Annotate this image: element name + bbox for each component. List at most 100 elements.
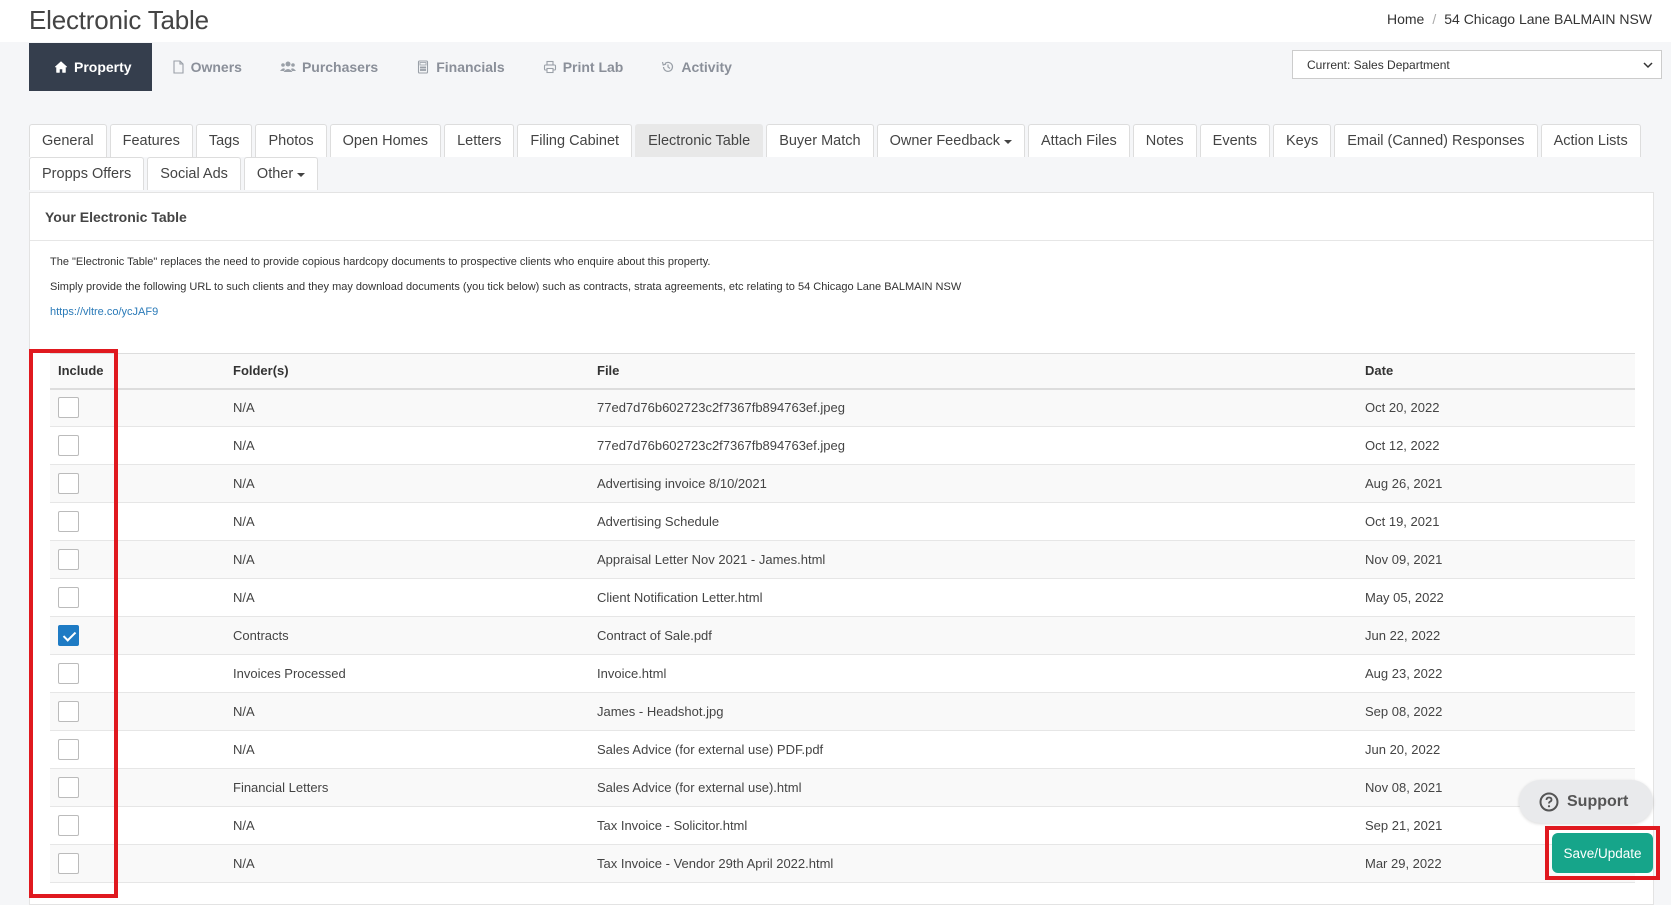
include-cell	[50, 844, 225, 883]
nav-item-financials[interactable]: Financials	[397, 43, 523, 91]
date-cell: Jun 20, 2022	[1357, 730, 1635, 769]
tab-owner-feedback[interactable]: Owner Feedback	[876, 124, 1026, 157]
file-cell: Advertising invoice 8/10/2021	[589, 464, 1357, 503]
table-row: N/A 77ed7d76b602723c2f7367fb894763ef.jpeg…	[50, 426, 1635, 465]
tab-keys[interactable]: Keys	[1273, 124, 1332, 157]
tab-other[interactable]: Other	[243, 157, 319, 190]
include-cell	[50, 426, 225, 465]
include-cell	[50, 540, 225, 579]
include-checkbox[interactable]	[58, 625, 79, 646]
home-icon	[54, 61, 68, 73]
nav-label: Owners	[190, 59, 242, 75]
electronic-table-url[interactable]: https://vltre.co/ycJAF9	[50, 306, 158, 318]
nav-item-owners[interactable]: Owners	[152, 43, 261, 91]
include-cell	[50, 388, 225, 427]
folder-cell: N/A	[225, 388, 589, 427]
nav-item-property[interactable]: Property	[29, 43, 152, 91]
file-cell: Advertising Schedule	[589, 502, 1357, 541]
include-checkbox[interactable]	[58, 739, 79, 760]
breadcrumb-home[interactable]: Home	[1387, 11, 1424, 27]
tab-tags[interactable]: Tags	[195, 124, 253, 157]
save-update-button[interactable]: Save/Update	[1552, 833, 1653, 873]
header-date: Date	[1357, 353, 1635, 390]
table-row: N/A James - Headshot.jpg Sep 08, 2022	[50, 692, 1635, 731]
nav-item-purchasers[interactable]: Purchasers	[261, 43, 397, 91]
caret-down-icon	[297, 173, 306, 177]
include-cell	[50, 616, 225, 655]
include-checkbox[interactable]	[58, 777, 79, 798]
include-checkbox[interactable]	[58, 663, 79, 684]
date-cell: Oct 19, 2021	[1357, 502, 1635, 541]
chevron-down-icon	[1643, 62, 1653, 69]
page-header: Electronic Table Home / 54 Chicago Lane BA…	[0, 0, 1671, 42]
table-row: N/A Advertising invoice 8/10/2021 Aug 26, …	[50, 464, 1635, 503]
date-cell: Sep 08, 2022	[1357, 692, 1635, 731]
description-line-2: Simply provide the following URL to such…	[50, 281, 962, 293]
page-title: Electronic Table	[29, 5, 209, 35]
support-button[interactable]: Support	[1519, 780, 1653, 823]
breadcrumb-current: 54 Chicago Lane BALMAIN NSW	[1444, 11, 1652, 27]
folder-cell: N/A	[225, 578, 589, 617]
tab-events[interactable]: Events	[1199, 124, 1270, 157]
tab-photos[interactable]: Photos	[255, 124, 327, 157]
nav-label: Purchasers	[301, 59, 379, 75]
tab-email-canned-responses[interactable]: Email (Canned) Responses	[1334, 124, 1538, 157]
tab-open-homes[interactable]: Open Homes	[329, 124, 442, 157]
date-cell: Oct 12, 2022	[1357, 426, 1635, 465]
department-select[interactable]: Current: Sales Department	[1292, 50, 1662, 79]
include-checkbox[interactable]	[58, 473, 79, 494]
tab-filing-cabinet[interactable]: Filing Cabinet	[517, 124, 633, 157]
include-checkbox[interactable]	[58, 701, 79, 722]
folder-cell: N/A	[225, 426, 589, 465]
tab-buyer-match[interactable]: Buyer Match	[766, 124, 874, 157]
folder-cell: N/A	[225, 540, 589, 579]
table-row: Contracts Contract of Sale.pdf Jun 22, 202…	[50, 616, 1635, 655]
nav-label: Activity	[681, 59, 732, 75]
include-cell	[50, 654, 225, 693]
file-icon	[173, 60, 184, 74]
include-cell	[50, 768, 225, 807]
include-checkbox[interactable]	[58, 511, 79, 532]
include-checkbox[interactable]	[58, 397, 79, 419]
file-cell: 77ed7d76b602723c2f7367fb894763ef.jpeg	[589, 388, 1357, 427]
property-tabs: General Features Tags Photos Open Homes …	[29, 124, 1654, 191]
table-row: N/A Tax Invoice - Vendor 29th April 2022.…	[50, 844, 1635, 883]
files-table: Include Folder(s) File Date N/A 77ed7d76b…	[50, 353, 1635, 883]
tab-attach-files[interactable]: Attach Files	[1028, 124, 1130, 157]
tab-features[interactable]: Features	[109, 124, 193, 157]
breadcrumb-separator: /	[1432, 11, 1437, 27]
folder-cell: N/A	[225, 692, 589, 731]
include-cell	[50, 692, 225, 731]
include-checkbox[interactable]	[58, 853, 79, 874]
table-row: N/A Client Notification Letter.html May 05…	[50, 578, 1635, 617]
header-file: File	[589, 353, 1357, 390]
support-label: Support	[1567, 792, 1629, 810]
date-cell: Nov 09, 2021	[1357, 540, 1635, 579]
include-checkbox[interactable]	[58, 549, 79, 570]
tab-letters[interactable]: Letters	[444, 124, 515, 157]
date-cell: May 05, 2022	[1357, 578, 1635, 617]
file-cell: Sales Advice (for external use) PDF.pdf	[589, 730, 1357, 769]
nav-item-print-lab[interactable]: Print Lab	[524, 43, 643, 91]
header-folder: Folder(s)	[225, 353, 589, 390]
include-cell	[50, 464, 225, 503]
tab-action-lists[interactable]: Action Lists	[1540, 124, 1641, 157]
include-checkbox[interactable]	[58, 815, 79, 836]
tab-propps-offers[interactable]: Propps Offers	[29, 157, 145, 190]
tab-notes[interactable]: Notes	[1132, 124, 1197, 157]
tab-row-1: General Features Tags Photos Open Homes …	[29, 124, 1654, 158]
date-cell: Oct 20, 2022	[1357, 388, 1635, 427]
nav-label: Financials	[436, 59, 505, 75]
tab-electronic-table[interactable]: Electronic Table	[635, 124, 764, 157]
include-cell	[50, 730, 225, 769]
history-icon	[662, 61, 674, 72]
file-cell: 77ed7d76b602723c2f7367fb894763ef.jpeg	[589, 426, 1357, 465]
tab-social-ads[interactable]: Social Ads	[147, 157, 241, 190]
folder-cell: N/A	[225, 464, 589, 503]
include-checkbox[interactable]	[58, 587, 79, 608]
calculator-icon	[418, 60, 429, 74]
file-cell: Contract of Sale.pdf	[589, 616, 1357, 655]
nav-item-activity[interactable]: Activity	[642, 43, 751, 91]
tab-general[interactable]: General	[29, 124, 107, 157]
include-checkbox[interactable]	[58, 435, 79, 456]
